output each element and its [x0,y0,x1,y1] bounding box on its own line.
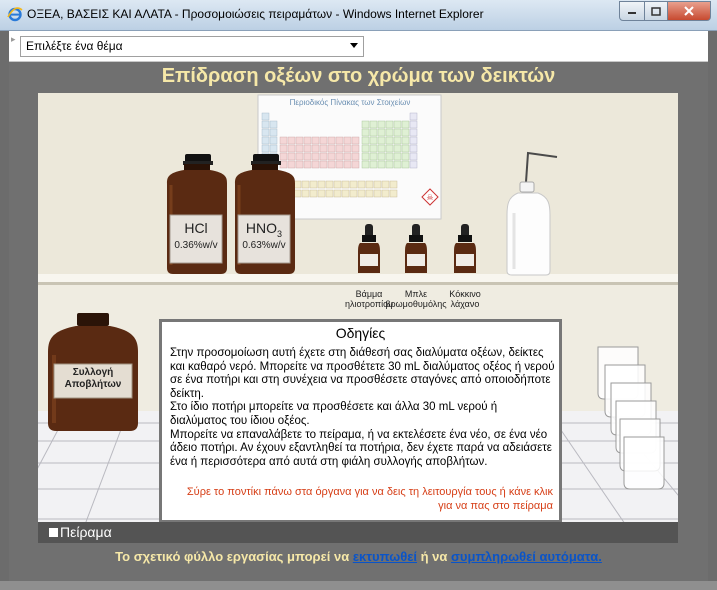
instructions-paragraph: Στο ίδιο ποτήρι μπορείτε να προσθέσετε κ… [170,401,498,427]
periodic-table-title: Περιοδικός Πίνακας των Στοιχείων [289,98,411,107]
tab-experiment[interactable]: Πείραμα [60,524,112,540]
print-worksheet-link[interactable]: εκτυπωθεί [353,549,417,564]
indicator-label-cabbage: Κόκκινο λάχανο [432,289,498,309]
chevron-down-icon [350,43,358,48]
hno3-formula: HNO [245,220,278,236]
experiment-tab-bar: Πείραμα [38,522,678,543]
hno3-label-name: HNO3 [238,220,290,242]
hcl-bottle[interactable] [166,154,228,274]
bar-marker-icon: ▸ [11,35,16,45]
instructions-body: Στην προσομοίωση αυτή έχετε στη διάθεσή … [170,347,555,469]
waste-jar-label-line1: Συλλογή [72,367,114,378]
indicator-label-line2: λάχανο [450,299,480,309]
topic-select[interactable]: Επιλέξτε ένα θέμα [20,36,364,57]
hcl-label-name: HCl [184,220,208,236]
close-icon [684,6,694,16]
page-title: Επίδραση οξέων στο χρώμα των δεικτών [161,65,556,87]
square-icon [49,528,58,537]
worksheet-footer: Το σχετικό φύλλο εργασίας μπορεί να εκτυ… [9,549,708,564]
indicator-label-line1: Κόκκινο [449,289,481,299]
instructions-paragraph: Στην προσομοίωση αυτή έχετε στη διάθεσή … [170,347,555,400]
window-title: ΟΞΕΑ, ΒΑΣΕΙΣ ΚΑΙ ΑΛΑΤΑ - Προσομοιώσεις π… [27,7,484,21]
autofill-worksheet-link[interactable]: συμπληρωθεί αυτόματα. [451,549,602,564]
hno3-subscript: 3 [277,228,283,239]
footer-prefix: Το σχετικό φύλλο εργασίας μπορεί να [115,549,350,564]
status-strip [0,581,717,590]
instructions-panel: Οδηγίες Στην προσομοίωση αυτή έχετε στη … [159,319,562,523]
close-button[interactable] [668,1,711,21]
footer-middle: ή να [420,549,448,564]
hno3-label-concentration: 0.63%w/v [242,240,286,251]
maximize-button[interactable] [645,1,668,21]
page-content: ▸ Επιλέξτε ένα θέμα Επίδραση οξέων στο χ… [9,31,708,581]
maximize-icon [651,6,661,16]
title-bar: ΟΞΕΑ, ΒΑΣΕΙΣ ΚΑΙ ΑΛΑΤΑ - Προσομοιώσεις π… [0,0,717,31]
instructions-paragraph: Μπορείτε να επαναλάβετε το πείραμα, ή να… [170,428,552,468]
svg-text:☠: ☠ [426,193,433,202]
hcl-label-concentration: 0.36%w/v [174,240,218,251]
waste-jar-label: Συλλογή Αποβλήτων [54,367,132,391]
instructions-title: Οδηγίες [335,325,386,341]
lab-scene: ☠ Περιοδικός Πίνακας των Στοιχείων HCl 0… [38,93,678,543]
minimize-button[interactable] [619,1,645,21]
hno3-bottle[interactable] [234,154,296,274]
minimize-icon [628,12,636,14]
instructions-hint[interactable]: Σύρε το ποντίκι πάνω στα όργανα για να δ… [173,485,553,513]
topic-select-value: Επιλέξτε ένα θέμα [26,39,123,53]
topic-bar: ▸ Επιλέξτε ένα θέμα [9,31,708,62]
waste-jar-label-line2: Αποβλήτων [64,379,122,390]
browser-window: ΟΞΕΑ, ΒΑΣΕΙΣ ΚΑΙ ΑΛΑΤΑ - Προσομοιώσεις π… [0,0,717,590]
ie-icon [7,7,23,22]
